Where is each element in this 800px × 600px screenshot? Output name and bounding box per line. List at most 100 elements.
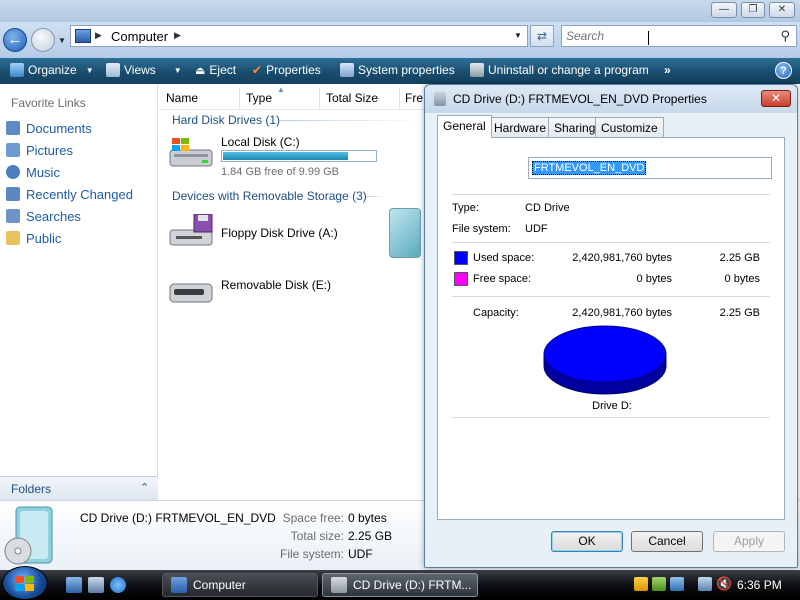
details-total-size-value: 2.25 GB [348, 529, 393, 543]
help-button[interactable]: ? [775, 62, 792, 79]
floppy-drive-icon [169, 214, 213, 246]
command-bar: Organize ▼ Views ▼ ⏏ Eject ✔ Properties Sy… [0, 58, 800, 84]
details-item-name: CD Drive (D:) FRTMEVOL_EN_DVD [80, 511, 276, 525]
system-properties-button[interactable]: System properties [340, 63, 455, 77]
details-total-size-label: Total size: [290, 529, 344, 543]
back-button[interactable]: ← [3, 28, 27, 52]
computer-icon [75, 29, 91, 43]
search-box[interactable]: ⚲ [561, 25, 797, 47]
eject-icon: ⏏ [195, 64, 206, 77]
favorite-link-recently-changed[interactable]: Recently Changed [6, 184, 133, 204]
dialog-close-button[interactable]: ✕ [761, 90, 791, 107]
show-desktop-icon[interactable] [66, 577, 82, 593]
free-space-gb: 0 bytes [724, 273, 760, 285]
text-cursor-icon [648, 31, 650, 45]
group-header-removable-storage[interactable]: Devices with Removable Storage (3) [172, 189, 367, 203]
column-header-free-space[interactable]: Fre [405, 91, 423, 105]
used-space-label: Used space: [473, 252, 535, 264]
drive-removable-e[interactable]: Removable Disk (E:) [168, 268, 418, 312]
start-button[interactable] [2, 566, 48, 600]
breadcrumb-computer[interactable]: Computer [111, 29, 168, 44]
type-label: Type: [452, 202, 479, 214]
security-shield-icon[interactable] [634, 577, 648, 591]
favorite-link-label: Music [26, 164, 60, 180]
taskbar-button-computer[interactable]: Computer [162, 573, 318, 597]
network-status-icon[interactable] [698, 577, 712, 591]
column-header-name[interactable]: Name [166, 91, 198, 105]
eject-button[interactable]: ⏏ Eject [195, 63, 236, 77]
volume-name-input[interactable]: FRTMEVOL_EN_DVD [528, 157, 772, 179]
drive-floppy-a[interactable]: Floppy Disk Drive (A:) [168, 210, 418, 254]
cd-drive-icon [434, 92, 446, 106]
maximize-button[interactable]: ❐ [741, 2, 765, 18]
close-button[interactable]: ✕ [769, 2, 795, 18]
breadcrumb-arrow-icon[interactable]: ▶ [174, 30, 181, 41]
clock[interactable]: 6:36 PM [737, 578, 782, 592]
divider [452, 242, 770, 243]
dialog-title-bar[interactable]: CD Drive (D:) FRTMEVOL_EN_DVD Properties… [425, 85, 797, 113]
column-header-total-size[interactable]: Total Size [326, 91, 378, 105]
column-divider[interactable] [319, 88, 320, 108]
used-space-swatch [454, 251, 468, 265]
group-header-hard-disk-drives[interactable]: Hard Disk Drives (1) [172, 113, 280, 127]
documents-icon [6, 121, 20, 135]
used-space-gb: 2.25 GB [719, 252, 760, 264]
favorite-link-public[interactable]: Public [6, 228, 61, 248]
general-tab-panel: FRTMEVOL_EN_DVD Type: CD Drive File syst… [437, 137, 785, 520]
internet-explorer-icon[interactable] [110, 577, 126, 593]
folders-toggle[interactable]: Folders ⌃ [0, 476, 158, 500]
details-file-system-value: UDF [348, 547, 373, 561]
column-header-type[interactable]: Type [246, 91, 272, 105]
views-button[interactable]: Views ▼ [106, 63, 182, 77]
properties-dialog: CD Drive (D:) FRTMEVOL_EN_DVD Properties… [424, 84, 798, 568]
drive-local-disk-c[interactable]: Local Disk (C:) 1.84 GB free of 9.99 GB [168, 132, 418, 178]
search-input[interactable] [566, 28, 766, 44]
forward-button[interactable] [31, 28, 55, 52]
free-space-bytes: 0 bytes [636, 273, 672, 285]
recent-pages-dropdown[interactable]: ▼ [58, 36, 66, 45]
network-icon[interactable] [670, 577, 684, 591]
tab-general[interactable]: General [437, 115, 492, 138]
favorite-link-music[interactable]: Music [6, 162, 60, 182]
taskbar-button-cd-drive-properties[interactable]: CD Drive (D:) FRTM... [322, 573, 478, 597]
more-commands-button[interactable]: » [664, 63, 671, 77]
organize-button[interactable]: Organize ▼ [10, 63, 94, 77]
programs-icon [470, 63, 484, 77]
taskbar-button-label: Computer [193, 578, 246, 592]
tab-hardware[interactable]: Hardware [488, 117, 553, 137]
column-divider[interactable] [399, 88, 400, 108]
music-icon [6, 165, 20, 179]
breadcrumb-arrow-icon[interactable]: ▶ [95, 30, 102, 41]
uninstall-button[interactable]: Uninstall or change a program [470, 63, 649, 77]
pictures-icon [6, 143, 20, 157]
column-divider[interactable] [239, 88, 240, 108]
address-dropdown-icon[interactable]: ▼ [514, 31, 522, 40]
views-icon [106, 63, 120, 77]
properties-button[interactable]: ✔ Properties [252, 63, 321, 77]
tab-customize[interactable]: Customize [595, 117, 664, 137]
favorite-link-pictures[interactable]: Pictures [6, 140, 73, 160]
organize-icon [10, 63, 24, 77]
pie-chart-used-slice [543, 325, 667, 383]
ok-button[interactable]: OK [551, 531, 623, 552]
system-properties-label: System properties [358, 63, 455, 77]
cancel-button[interactable]: Cancel [631, 531, 703, 552]
switch-windows-icon[interactable] [88, 577, 104, 593]
volume-muted-icon[interactable]: 🔇 [716, 576, 732, 592]
volume-name-selected-text: FRTMEVOL_EN_DVD [532, 161, 647, 175]
eject-label: Eject [209, 63, 237, 77]
tab-sharing[interactable]: Sharing [548, 117, 602, 137]
cd-drive-icon[interactable] [389, 208, 421, 258]
favorite-link-label: Searches [26, 208, 81, 224]
address-bar[interactable]: ▶ Computer ▶ ▼ [70, 25, 528, 47]
minimize-button[interactable]: — [711, 2, 737, 18]
favorite-link-searches[interactable]: Searches [6, 206, 81, 226]
refresh-button[interactable]: ⇄ [530, 25, 554, 47]
search-icon[interactable]: ⚲ [780, 28, 790, 44]
windows-defender-icon[interactable] [652, 577, 666, 591]
capacity-bytes: 2,420,981,760 bytes [572, 307, 672, 319]
apply-button[interactable]: Apply [713, 531, 785, 552]
favorite-link-label: Pictures [26, 142, 73, 158]
drive-name: Removable Disk (E:) [221, 278, 332, 292]
favorite-link-documents[interactable]: Documents [6, 118, 92, 138]
